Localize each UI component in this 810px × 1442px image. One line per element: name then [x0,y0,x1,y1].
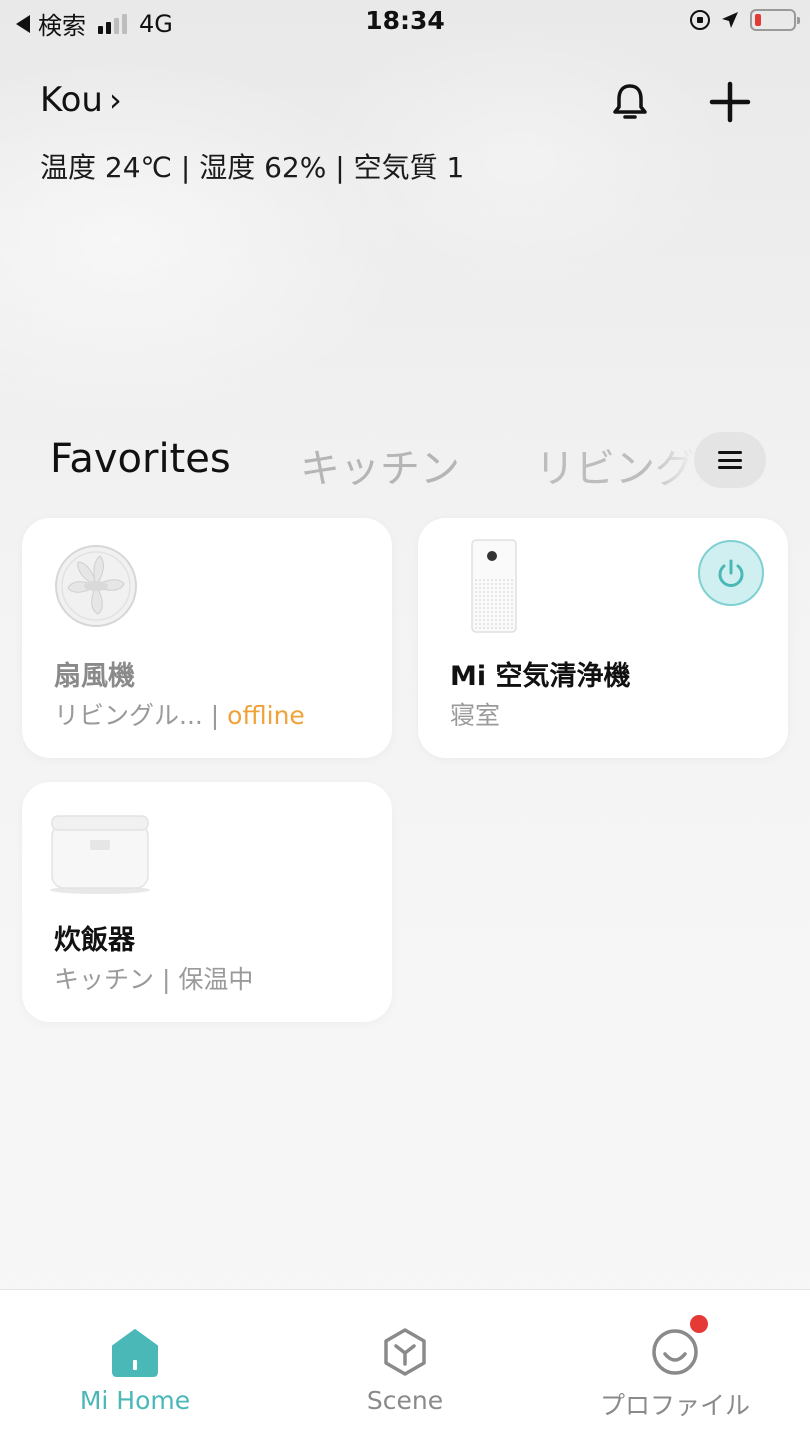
device-card-rice-cooker[interactable]: 炊飯器 キッチン | 保温中 [22,782,392,1022]
home-selector[interactable]: Kou › [40,80,122,120]
power-toggle-button[interactable] [698,540,764,606]
nav-scene[interactable]: Scene [270,1290,540,1442]
bottom-navigation: Mi Home Scene プロファイル [0,1289,810,1442]
device-room: リビングル... | [54,701,228,730]
fan-icon [55,545,137,627]
device-status-offline: offline [227,701,305,730]
power-icon [718,559,744,587]
notification-button[interactable] [608,80,652,124]
device-name: Mi 空気清浄機 [450,661,631,692]
hamburger-icon [718,451,742,469]
notification-badge [690,1315,708,1333]
battery-icon [750,9,800,31]
device-card-fan[interactable]: 扇風機 リビングル... | offline [22,518,392,758]
location-arrow-icon [722,12,738,28]
rice-cooker-icon [50,815,150,894]
device-name: 扇風機 [54,661,135,692]
tab-living[interactable]: リビング [535,436,695,494]
device-room: 寝室 [450,701,501,730]
clock: 18:34 [365,6,445,35]
rotation-lock-icon [690,10,710,30]
nav-label: Mi Home [79,1386,191,1415]
air-purifier-icon [471,539,517,633]
device-subtitle: リビングル... | offline [54,696,305,732]
bell-icon [613,84,647,119]
scene-icon [384,1328,426,1376]
status-bar: 検索 4G 18:34 [0,0,810,46]
tab-kitchen[interactable]: キッチン [300,436,460,494]
nav-label: Scene [366,1386,444,1415]
profile-icon [652,1329,698,1375]
nav-label: プロファイル [599,1391,750,1420]
plus-icon [709,81,751,123]
status-icons [690,9,800,31]
home-icon [112,1329,158,1377]
device-room: キッチン | 保温中 [54,965,254,994]
device-card-air-purifier[interactable]: Mi 空気清浄機 寝室 [418,518,788,758]
room-tabs: Favorites キッチン リビング [0,430,810,494]
home-name: Kou [40,80,103,120]
device-name: 炊飯器 [54,925,135,956]
environment-info: 温度 24℃ | 湿度 62% | 空気質 1 [40,151,465,184]
chevron-right-icon: › [108,81,122,119]
room-menu-button[interactable] [694,432,766,488]
add-device-button[interactable] [708,80,752,124]
nav-mi-home[interactable]: Mi Home [0,1290,270,1442]
tab-favorites[interactable]: Favorites [50,436,231,482]
nav-profile[interactable]: プロファイル [540,1290,810,1442]
